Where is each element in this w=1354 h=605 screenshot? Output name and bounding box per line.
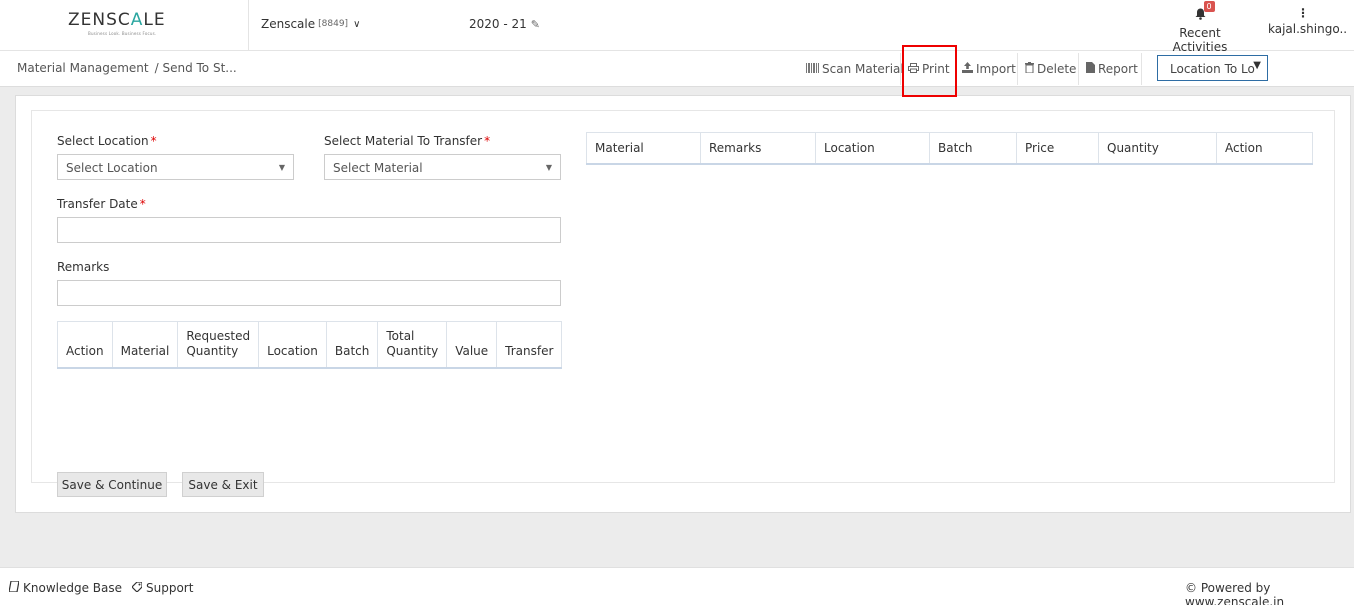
- column-header: Batch: [929, 132, 1017, 164]
- location-select[interactable]: Select Location ▼: [57, 154, 294, 180]
- transfer-date-label: Transfer Date *: [57, 197, 146, 211]
- breadcrumb-current: / Send To St...: [154, 61, 237, 75]
- table-header-row: Material Remarks Location Batch Price Qu…: [586, 132, 1313, 164]
- column-header: Price: [1016, 132, 1099, 164]
- scan-material-button[interactable]: Scan Material: [806, 51, 904, 87]
- transfer-date-input[interactable]: [57, 217, 561, 243]
- fiscal-year-label: 2020 - 21: [469, 17, 527, 31]
- tag-icon: [131, 581, 143, 595]
- breadcrumb: Material Management / Send To St...: [17, 61, 237, 75]
- column-header: Remarks: [700, 132, 816, 164]
- transfer-mode-select[interactable]: Location To Lo ▼: [1157, 55, 1268, 81]
- app-header: ZENSC A LE Business Look. Business Focus. …: [0, 0, 1354, 54]
- app-footer: Knowledge Base Support © Powered by www.…: [0, 567, 1354, 605]
- column-header: Location: [815, 132, 930, 164]
- zenscale-logo[interactable]: ZENSC A LE Business Look. Business Focus.: [68, 10, 180, 36]
- file-icon: [1086, 62, 1095, 76]
- import-button[interactable]: Import: [962, 51, 1016, 87]
- recent-activities-label: Recent Activities: [1172, 26, 1228, 54]
- notification-badge: 0: [1203, 1, 1215, 12]
- fiscal-year[interactable]: 2020 - 21 ✎: [469, 17, 540, 31]
- page-toolbar: Material Management / Send To St... Scan…: [0, 51, 1354, 87]
- column-header: Batch: [326, 321, 379, 368]
- book-icon: [8, 580, 20, 595]
- material-table: Material Remarks Location Batch Price Qu…: [586, 132, 1313, 165]
- company-name: Zenscale: [261, 17, 316, 31]
- save-continue-button[interactable]: Save & Continue: [57, 472, 167, 497]
- column-header: Material: [586, 132, 701, 164]
- material-label: Select Material To Transfer *: [324, 134, 491, 148]
- report-button[interactable]: Report: [1086, 51, 1138, 87]
- more-vertical-icon: ⋮: [1297, 6, 1309, 20]
- caret-down-icon: ▼: [278, 163, 285, 172]
- user-name: kajal.shingo..: [1268, 22, 1348, 36]
- column-header: Value: [446, 321, 498, 368]
- support-link[interactable]: Support: [131, 581, 193, 595]
- barcode-icon: [806, 62, 819, 76]
- bell-icon: 0: [1195, 1, 1215, 24]
- column-header: Total Quantity: [377, 321, 448, 368]
- print-highlight-box: [902, 45, 957, 97]
- edit-icon[interactable]: ✎: [531, 18, 540, 31]
- delete-button[interactable]: Delete: [1025, 51, 1076, 87]
- caret-down-icon: ▼: [1253, 60, 1261, 71]
- breadcrumb-root[interactable]: Material Management: [17, 61, 149, 75]
- trash-icon: [1025, 62, 1034, 76]
- chevron-down-icon: ∨: [353, 18, 361, 30]
- column-header: Action: [57, 321, 113, 368]
- location-label: Select Location *: [57, 134, 157, 148]
- powered-by-link[interactable]: © Powered by www.zenscale.in: [1185, 581, 1354, 605]
- remarks-label: Remarks: [57, 260, 110, 274]
- column-header: Transfer: [505, 344, 554, 358]
- column-header: Action: [1225, 141, 1263, 155]
- save-exit-button[interactable]: Save & Exit: [182, 472, 264, 497]
- header-divider: [248, 0, 249, 50]
- column-header: Location: [258, 321, 327, 368]
- column-header: Material: [112, 321, 179, 368]
- column-header: Requested Quantity: [177, 321, 260, 368]
- upload-icon: [962, 62, 973, 76]
- caret-down-icon: ▼: [545, 163, 552, 172]
- knowledge-base-link[interactable]: Knowledge Base: [8, 580, 122, 595]
- recent-activities[interactable]: 0 Recent Activities: [1152, 1, 1248, 54]
- company-code: [8849]: [318, 19, 349, 29]
- remarks-input[interactable]: [57, 280, 561, 306]
- company-selector[interactable]: Zenscale [8849] ∨: [261, 17, 360, 31]
- table-header-row: Action Material Requested Quantity Locat…: [57, 321, 562, 368]
- transfer-table: Action Material Requested Quantity Locat…: [57, 321, 563, 369]
- material-select[interactable]: Select Material ▼: [324, 154, 561, 180]
- column-header: Quantity: [1098, 132, 1217, 164]
- user-menu[interactable]: ⋮ kajal.shingo..: [1268, 6, 1348, 36]
